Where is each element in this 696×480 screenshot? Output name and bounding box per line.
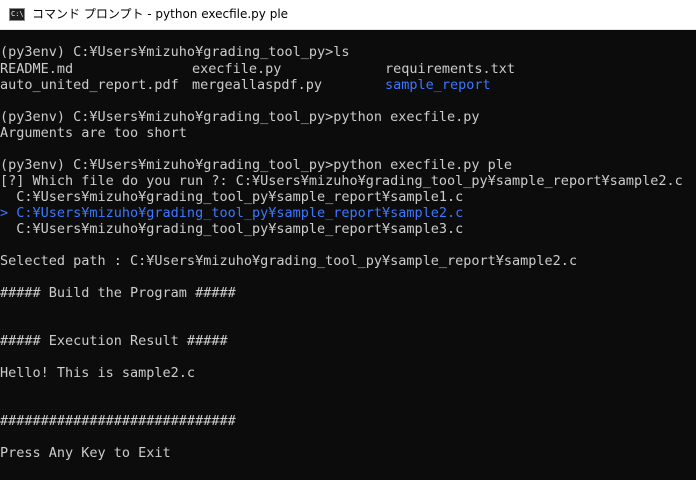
build-header: ##### Build the Program ##### — [0, 285, 236, 301]
prompt-line: (py3env) C:¥Users¥mizuho¥grading_tool_py… — [0, 157, 513, 173]
divider-hashes: ############################# — [0, 413, 236, 429]
console-output[interactable]: (py3env) C:¥Users¥mizuho¥grading_tool_py… — [0, 30, 696, 480]
file-question: [?] Which file do you run ?: C:¥Users¥mi… — [0, 173, 683, 189]
ls-entry: execfile.py — [192, 61, 282, 77]
command-prompt-icon: C:\ — [9, 8, 25, 21]
execution-header: ##### Execution Result ##### — [0, 333, 228, 349]
ls-entry: requirements.txt — [385, 61, 516, 77]
file-option[interactable]: C:¥Users¥mizuho¥grading_tool_py¥sample_r… — [0, 221, 463, 237]
ls-entry: README.md — [0, 61, 74, 77]
exit-prompt: Press Any Key to Exit — [0, 445, 171, 461]
ls-entry: mergeallaspdf.py — [192, 77, 323, 93]
title-bar: C:\ コマンド プロンプト - python execfile.py ple — [0, 0, 696, 30]
error-message: Arguments are too short — [0, 125, 187, 141]
file-option[interactable]: C:¥Users¥mizuho¥grading_tool_py¥sample_r… — [0, 189, 463, 205]
program-output: Hello! This is sample2.c — [0, 365, 196, 381]
ls-entry-directory: sample_report — [385, 77, 491, 93]
window-title: コマンド プロンプト - python execfile.py ple — [32, 7, 289, 21]
prompt-line: (py3env) C:¥Users¥mizuho¥grading_tool_py… — [0, 109, 480, 125]
prompt-line: (py3env) C:¥Users¥mizuho¥grading_tool_py… — [0, 44, 350, 60]
ls-entry: auto_united_report.pdf — [0, 77, 179, 93]
selected-path: Selected path : C:¥Users¥mizuho¥grading_… — [0, 253, 578, 269]
file-option-selected[interactable]: > C:¥Users¥mizuho¥grading_tool_py¥sample… — [0, 205, 463, 221]
